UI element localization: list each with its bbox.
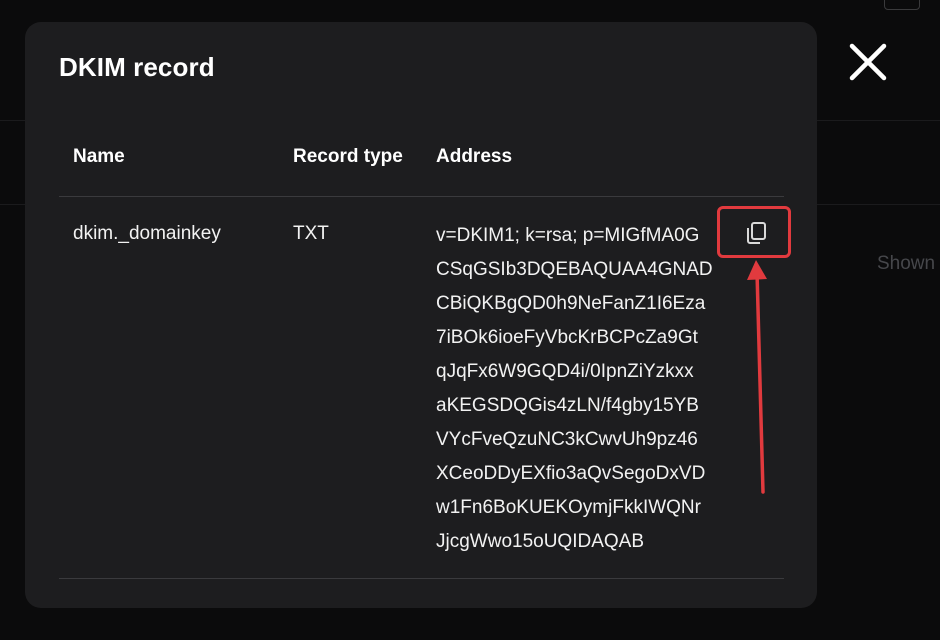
dkim-record-dialog: DKIM record Name Record type Address dki…: [25, 22, 817, 608]
column-header-address: Address: [436, 146, 513, 167]
column-header-name: Name: [73, 146, 125, 167]
copy-icon: [747, 222, 766, 244]
column-header-record-type: Record type: [293, 146, 403, 167]
address-line: aKEGSDQGis4zLN/f4gby15YB: [436, 395, 699, 416]
header-divider: [59, 196, 784, 197]
background-shown-label: Shown: [877, 253, 936, 274]
address-line: w1Fn6BoKUEKOymjFkkIWQNr: [436, 497, 701, 518]
address-line: CSqGSIb3DQEBAQUAA4GNAD: [436, 259, 713, 280]
address-line: CBiQKBgQD0h9NeFanZ1I6Eza: [436, 293, 706, 314]
dialog-title: DKIM record: [59, 52, 215, 82]
copy-button[interactable]: [739, 218, 773, 248]
address-line: v=DKIM1; k=rsa; p=MIGfMA0G: [436, 225, 700, 246]
annotation-arrow: [747, 260, 767, 494]
address-line: qJqFx6W9GQD4i/0IpnZiYzkxx: [436, 361, 694, 382]
close-icon: [849, 43, 887, 81]
address-line: XCeoDDyEXfio3aQvSegoDxVD: [436, 463, 706, 484]
close-button[interactable]: [848, 42, 888, 82]
address-line: VYcFveQzuNC3kCwvUh9pz46: [436, 429, 698, 450]
footer-divider: [59, 578, 784, 579]
address-line: 7iBOk6ioeFyVbcKrBCPcZa9Gt: [436, 327, 698, 348]
address-line: JjcgWwo15oUQIDAQAB: [436, 531, 645, 552]
background-control: [884, 0, 920, 10]
record-type: TXT: [293, 223, 329, 244]
record-name: dkim._domainkey: [73, 223, 221, 244]
